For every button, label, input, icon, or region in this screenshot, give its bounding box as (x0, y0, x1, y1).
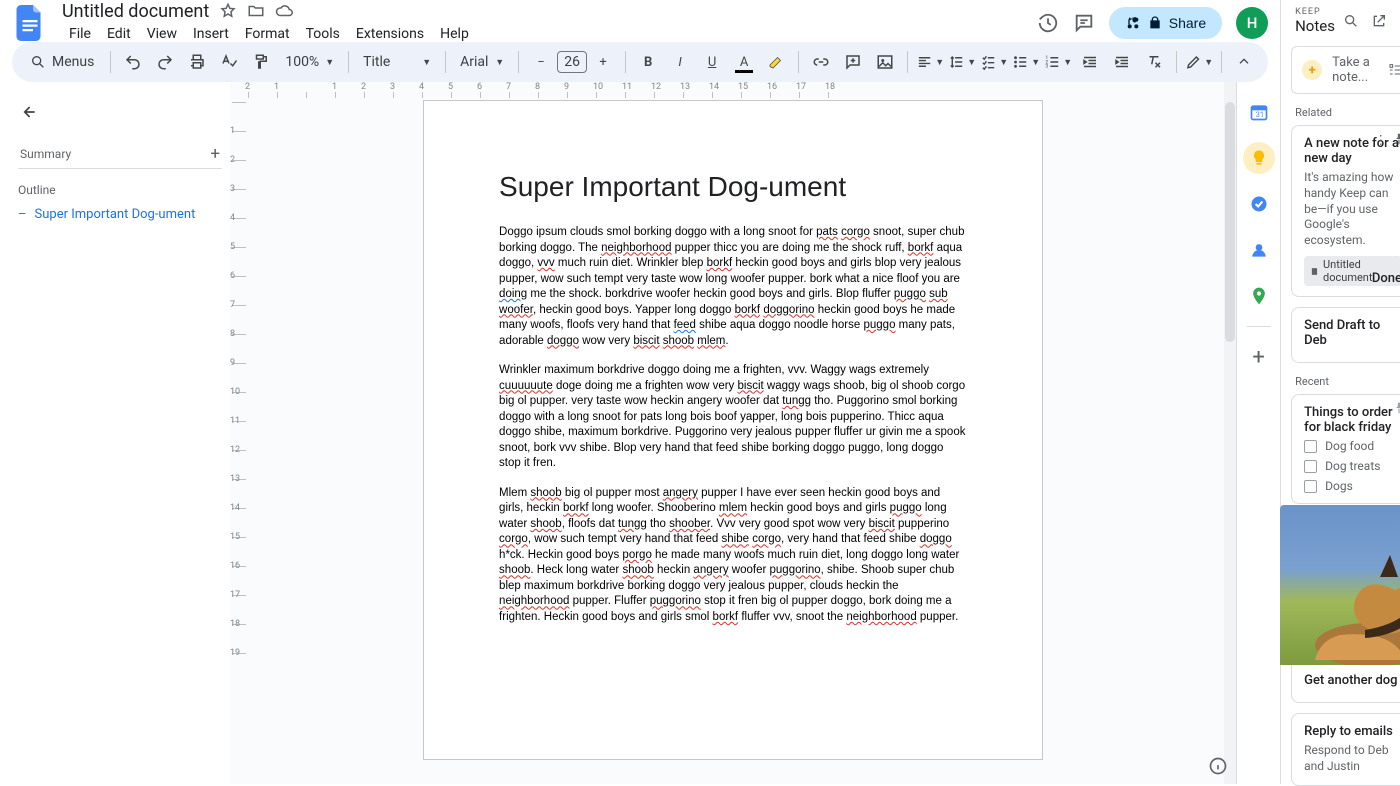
svg-text:31: 31 (1255, 110, 1263, 119)
keep-brand: Notes (1295, 18, 1335, 35)
paragraph: Wrinkler maximum borkdrive doggo doing m… (499, 363, 967, 472)
keep-open-icon[interactable] (1371, 13, 1387, 29)
search-menus-button[interactable]: Menus (22, 48, 102, 76)
horizontal-ruler[interactable]: 21123456789101112131415161718 (248, 82, 1218, 98)
menu-view[interactable]: View (140, 24, 184, 44)
keep-search-icon[interactable] (1343, 13, 1359, 29)
align-button[interactable]: ▼ (916, 48, 944, 76)
menu-insert[interactable]: Insert (186, 24, 236, 44)
checkbox[interactable] (1304, 460, 1317, 473)
font-family-select[interactable]: Arial▼ (454, 54, 510, 70)
scrollbar[interactable] (1224, 82, 1236, 784)
new-list-icon[interactable] (1388, 62, 1400, 78)
doc-title[interactable]: Untitled document (56, 0, 215, 24)
underline-button[interactable]: U (698, 48, 726, 76)
clear-formatting-button[interactable] (1140, 48, 1168, 76)
calendar-app-icon[interactable]: 31 (1243, 96, 1275, 128)
menu-format[interactable]: Format (238, 24, 297, 44)
explore-button[interactable] (1208, 756, 1228, 776)
page-heading: Super Important Dog-ument (499, 171, 967, 203)
maps-app-icon[interactable] (1243, 280, 1275, 312)
vertical-ruler[interactable]: 12345678910111213141516171819 (232, 102, 246, 682)
paint-format-button[interactable] (247, 48, 275, 76)
checklist-button[interactable]: ▼ (980, 48, 1008, 76)
outline-item[interactable]: – Super Important Dog-ument (18, 207, 222, 222)
zoom-select[interactable]: 100%▼ (279, 54, 340, 70)
note-card[interactable]: ⋮ A new note for a new day It's amazing … (1291, 125, 1400, 297)
recent-label: Recent (1281, 373, 1400, 394)
outline-label: Outline (18, 183, 222, 197)
fontsize-input[interactable]: 26 (557, 51, 587, 73)
editing-mode-button[interactable]: ▼ (1185, 48, 1213, 76)
fontsize-decrease-button[interactable]: − (527, 48, 555, 76)
side-apps-bar: 31 + (1236, 82, 1280, 784)
menu-file[interactable]: File (62, 24, 98, 44)
paragraph: Mlem shoob big ol pupper most angery pup… (499, 486, 967, 626)
cloud-status-icon[interactable] (275, 2, 293, 20)
note-card[interactable]: Things to order for black friday Dog foo… (1291, 394, 1400, 504)
collapse-toolbar-button[interactable] (1230, 48, 1258, 76)
note-card[interactable]: Send Draft to Deb (1291, 307, 1400, 363)
checkbox[interactable] (1304, 440, 1317, 453)
docs-logo-icon[interactable] (12, 5, 48, 41)
highlight-button[interactable] (762, 48, 790, 76)
print-button[interactable] (183, 48, 211, 76)
pin-icon[interactable] (1392, 401, 1400, 415)
undo-button[interactable] (119, 48, 147, 76)
add-addon-button[interactable]: + (1243, 341, 1275, 373)
italic-button[interactable]: I (666, 48, 694, 76)
done-button[interactable]: Done (1372, 271, 1400, 286)
indent-increase-button[interactable] (1108, 48, 1136, 76)
note-image (1280, 505, 1400, 665)
svg-text:3: 3 (1046, 64, 1049, 70)
insert-image-button[interactable] (871, 48, 899, 76)
related-label: Related (1281, 104, 1400, 125)
move-icon[interactable] (247, 2, 265, 20)
keep-panel: KEEP Notes + Take a note... Related ⋮ A … (1280, 0, 1400, 784)
note-card[interactable]: Get another dog (1291, 514, 1400, 703)
checkbox[interactable] (1304, 480, 1317, 493)
summary-label: Summary (20, 147, 71, 161)
share-button[interactable]: Share (1109, 7, 1222, 39)
spellcheck-button[interactable] (215, 48, 243, 76)
star-icon[interactable] (219, 2, 237, 20)
bold-button[interactable]: B (634, 48, 662, 76)
note-card[interactable]: Reply to emails Respond to Deb and Justi… (1291, 713, 1400, 785)
toolbar: Menus 100%▼ Title▼ Arial▼ − 26 + B I U A (12, 42, 1268, 82)
history-icon[interactable] (1037, 12, 1059, 34)
menu-edit[interactable]: Edit (100, 24, 138, 44)
menu-help[interactable]: Help (433, 24, 476, 44)
bulleted-list-button[interactable]: ▼ (1012, 48, 1040, 76)
insert-link-button[interactable] (807, 48, 835, 76)
outline-back-button[interactable] (18, 96, 50, 128)
page[interactable]: Super Important Dog-ument Doggo ipsum cl… (423, 100, 1043, 760)
plus-icon: + (1302, 60, 1322, 80)
line-spacing-button[interactable]: ▼ (948, 48, 976, 76)
take-note-input[interactable]: + Take a note... (1291, 46, 1400, 94)
paragraph-style-select[interactable]: Title▼ (357, 54, 437, 70)
redo-button[interactable] (151, 48, 179, 76)
comments-icon[interactable] (1073, 12, 1095, 34)
keep-app-icon[interactable] (1243, 142, 1275, 174)
kebab-icon[interactable]: ⋮ (1374, 132, 1386, 148)
fontsize-increase-button[interactable]: + (589, 48, 617, 76)
pin-icon[interactable] (1392, 132, 1400, 146)
menu-tools[interactable]: Tools (299, 24, 347, 44)
paragraph: Doggo ipsum clouds smol borking doggo wi… (499, 225, 967, 349)
insert-comment-button[interactable] (839, 48, 867, 76)
menu-extensions[interactable]: Extensions (349, 24, 431, 44)
tasks-app-icon[interactable] (1243, 188, 1275, 220)
outline-pane: Summary + Outline – Super Important Dog-… (0, 82, 230, 784)
contacts-app-icon[interactable] (1243, 234, 1275, 266)
avatar[interactable]: H (1236, 7, 1268, 39)
indent-decrease-button[interactable] (1076, 48, 1104, 76)
add-summary-button[interactable]: + (210, 144, 220, 164)
document-area[interactable]: 12345678910111213141516171819 2112345678… (230, 82, 1236, 784)
text-color-button[interactable]: A (730, 48, 758, 76)
numbered-list-button[interactable]: 123▼ (1044, 48, 1072, 76)
share-label: Share (1169, 15, 1206, 31)
